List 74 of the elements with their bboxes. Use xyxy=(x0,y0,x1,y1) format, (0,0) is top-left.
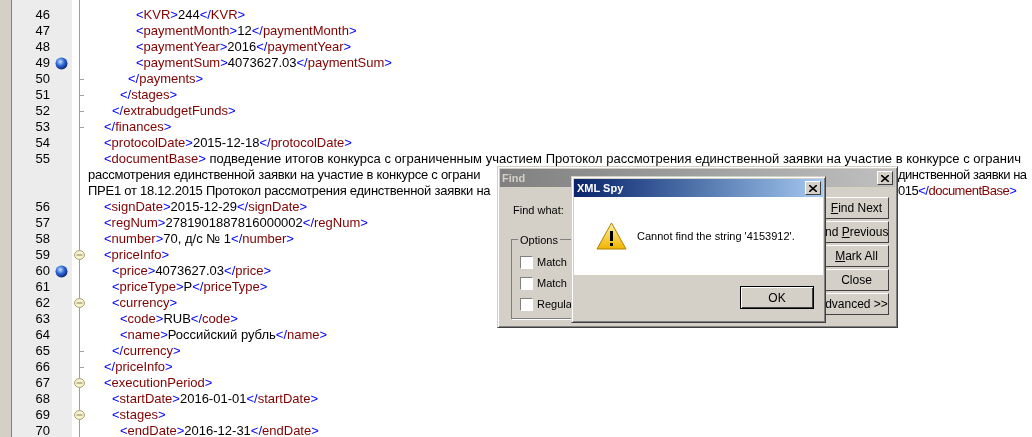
code-line: <regNum>2781901887816000002</regNum> xyxy=(104,215,368,230)
line-number: 46 xyxy=(35,7,50,22)
line-number: 56 xyxy=(35,199,50,214)
line-number: 67 xyxy=(35,375,50,390)
code-line: рассмотрения единственной заявки на участие в конкурсе с ограни xyxy=(88,167,481,182)
line-number: 57 xyxy=(35,215,50,230)
code-line: динственной заявки на xyxy=(898,167,1027,182)
option-label: Match xyxy=(537,276,567,291)
code-line: </priceInfo> xyxy=(104,359,173,374)
line-number: 51 xyxy=(35,87,50,102)
option-label: Regula xyxy=(537,297,572,312)
ok-button[interactable]: OK xyxy=(740,286,814,309)
code-line: <protocolDate>2015-12-18</protocolDate> xyxy=(104,135,352,150)
line-number: 63 xyxy=(35,311,50,326)
line-number: 70 xyxy=(35,423,50,437)
code-line: <paymentSum>4073627.03</paymentSum> xyxy=(136,55,392,70)
window-title: XML Spy xyxy=(577,180,624,196)
code-line: <name>Российский рубль</name> xyxy=(120,327,328,342)
code-line: </finances> xyxy=(104,119,172,134)
line-number: 69 xyxy=(35,407,50,422)
code-line: <paymentYear>2016</paymentYear> xyxy=(136,39,352,54)
code-line: <KVR>244</KVR> xyxy=(136,7,246,22)
code-line: <executionPeriod> xyxy=(104,375,213,390)
close-button[interactable] xyxy=(805,181,821,195)
line-number: 64 xyxy=(35,327,50,342)
close-button[interactable] xyxy=(877,171,893,185)
line-number: 59 xyxy=(35,247,50,262)
line-number: 61 xyxy=(35,279,50,294)
code-line: <paymentMonth>12</paymentMonth> xyxy=(136,23,357,38)
code-line: </stages> xyxy=(120,87,178,102)
code-line: 015</documentBase> xyxy=(898,183,1017,198)
code-line: <priceType>P</priceType> xyxy=(112,279,268,294)
message-text: Cannot find the string '4153912'. xyxy=(637,228,795,244)
code-line: <documentBase> подведение итогов конкурса с ограниченным участием Протокол рассмотрения единственной заявки на участие в конкурсе с огранич xyxy=(104,151,1021,166)
line-number: 65 xyxy=(35,343,50,358)
code-line: <startDate>2016-01-01</startDate> xyxy=(112,391,318,406)
code-line: </payments> xyxy=(128,71,204,86)
find-what-label: Find what: xyxy=(513,203,564,218)
fold-toggle-icon[interactable] xyxy=(74,250,85,260)
checkbox[interactable] xyxy=(520,255,533,269)
option-label: Match xyxy=(537,255,567,270)
code-line: <number>70, д/с № 1</number> xyxy=(104,231,294,246)
close-icon xyxy=(809,184,817,192)
line-number: 47 xyxy=(35,23,50,38)
warning-icon xyxy=(596,222,627,250)
line-number: 48 xyxy=(35,39,50,54)
window-title: Find xyxy=(502,170,526,186)
code-line: <stages> xyxy=(112,407,166,422)
code-line: <price>4073627.03</price> xyxy=(112,263,272,278)
checkbox[interactable] xyxy=(520,276,533,290)
line-number: 53 xyxy=(35,119,50,134)
line-number: 52 xyxy=(35,103,50,118)
line-number: 49 xyxy=(35,55,50,70)
code-line: </extrabudgetFunds> xyxy=(112,103,236,118)
line-number: 58 xyxy=(35,231,50,246)
fold-toggle-icon[interactable] xyxy=(74,378,85,388)
code-line: </currency> xyxy=(112,343,181,358)
code-line: <priceInfo> xyxy=(104,247,170,262)
code-line: <currency> xyxy=(112,295,178,310)
line-number: 68 xyxy=(35,391,50,406)
checkbox[interactable] xyxy=(520,297,533,311)
line-number: 55 xyxy=(35,151,50,166)
code-line: <endDate>2016-12-31</endDate> xyxy=(120,423,319,437)
close-icon xyxy=(881,174,889,182)
fold-toggle-icon[interactable] xyxy=(74,298,85,308)
line-number: 66 xyxy=(35,359,50,374)
line-number: 50 xyxy=(35,71,50,86)
code-line: ПРЕ1 от 18.12.2015 Протокол рассмотрения единственной заявки на xyxy=(88,183,491,198)
code-line: <signDate>2015-12-29</signDate> xyxy=(104,199,308,214)
line-number: 62 xyxy=(35,295,50,310)
fold-toggle-icon[interactable] xyxy=(74,410,85,420)
line-number: 60 xyxy=(35,263,50,278)
line-number: 54 xyxy=(35,135,50,150)
code-line: <code>RUB</code> xyxy=(120,311,238,326)
